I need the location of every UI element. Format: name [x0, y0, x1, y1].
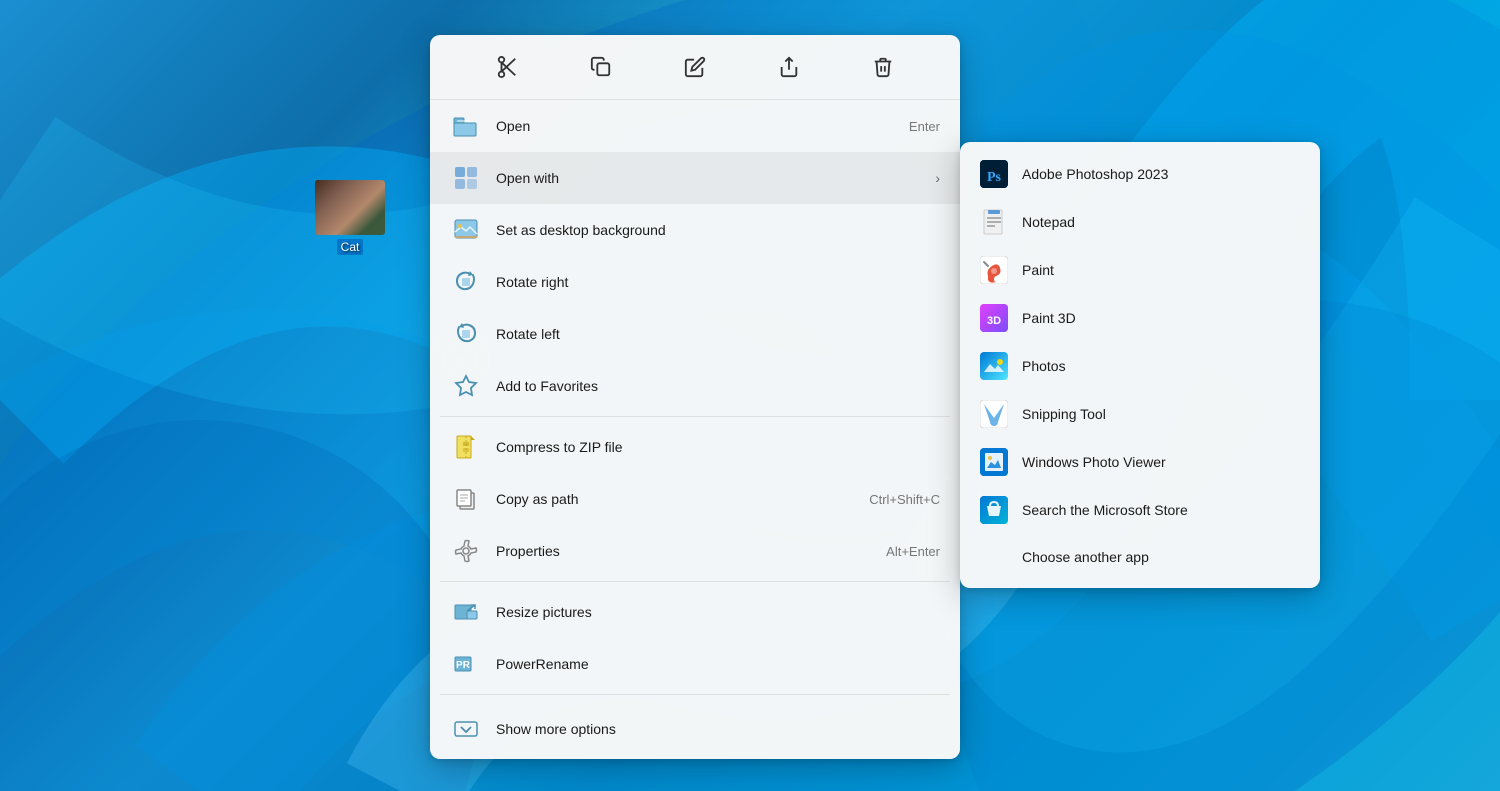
- submenu-item-paint3d[interactable]: 3D Paint 3D: [960, 294, 1320, 342]
- rotate-left-icon: [450, 318, 482, 350]
- submenu-open-with: Ps Adobe Photoshop 2023 Notepad: [960, 142, 1320, 588]
- menu-item-open-with[interactable]: Open with › Ps Adobe Photoshop 2023: [430, 152, 960, 204]
- menu-item-more-options[interactable]: Show more options: [430, 699, 960, 759]
- properties-icon: [450, 535, 482, 567]
- menu-item-compress[interactable]: Compress to ZIP file: [430, 421, 960, 473]
- open-icon: [450, 110, 482, 142]
- submenu-item-snipping[interactable]: Snipping Tool: [960, 390, 1320, 438]
- properties-shortcut: Alt+Enter: [886, 544, 940, 559]
- snipping-label: Snipping Tool: [1022, 406, 1106, 422]
- wpv-label: Windows Photo Viewer: [1022, 454, 1166, 470]
- properties-label: Properties: [496, 543, 866, 559]
- submenu-item-paint[interactable]: Paint: [960, 246, 1320, 294]
- cut-button[interactable]: [489, 49, 525, 85]
- rename-button[interactable]: [677, 49, 713, 85]
- menu-item-properties[interactable]: Properties Alt+Enter: [430, 525, 960, 577]
- choose-app-label: Choose another app: [1022, 549, 1149, 565]
- delete-button[interactable]: [865, 49, 901, 85]
- svg-text:Ps: Ps: [987, 170, 1002, 185]
- menu-icon-bar: [430, 35, 960, 100]
- favorites-label: Add to Favorites: [496, 378, 940, 394]
- file-icon-label: Cat: [337, 239, 364, 255]
- resize-label: Resize pictures: [496, 604, 940, 620]
- photoshop-icon: Ps: [980, 160, 1008, 188]
- copy-path-icon: [450, 483, 482, 515]
- set-bg-icon: [450, 214, 482, 246]
- resize-icon: [450, 596, 482, 628]
- menu-item-rotate-left[interactable]: Rotate left: [430, 308, 960, 360]
- more-options-label: Show more options: [496, 721, 940, 737]
- submenu-item-wpv[interactable]: Windows Photo Viewer: [960, 438, 1320, 486]
- paint-icon: [980, 256, 1008, 284]
- copy-path-label: Copy as path: [496, 491, 849, 507]
- menu-divider-1: [440, 416, 950, 417]
- submenu-item-store[interactable]: Search the Microsoft Store: [960, 486, 1320, 534]
- menu-item-favorites[interactable]: Add to Favorites: [430, 360, 960, 412]
- photos-label: Photos: [1022, 358, 1066, 374]
- menu-item-rotate-right[interactable]: Rotate right: [430, 256, 960, 308]
- wpv-icon: [980, 448, 1008, 476]
- favorites-icon: [450, 370, 482, 402]
- more-options-icon: [450, 713, 482, 745]
- submenu-item-choose-app[interactable]: Choose another app: [960, 534, 1320, 580]
- photos-icon: [980, 352, 1008, 380]
- notepad-icon: [980, 208, 1008, 236]
- open-with-arrow: ›: [935, 170, 940, 186]
- open-with-label: Open with: [496, 170, 925, 186]
- menu-divider-2: [440, 581, 950, 582]
- paint3d-icon: 3D: [980, 304, 1008, 332]
- store-icon: [980, 496, 1008, 524]
- paint-label: Paint: [1022, 262, 1054, 278]
- rotate-right-icon: [450, 266, 482, 298]
- copy-button[interactable]: [583, 49, 619, 85]
- compress-label: Compress to ZIP file: [496, 439, 940, 455]
- context-menu: Open Enter Open with › Ps: [430, 35, 960, 759]
- share-button[interactable]: [771, 49, 807, 85]
- file-thumbnail: [315, 180, 385, 235]
- menu-item-powerrename[interactable]: PR PowerRename: [430, 638, 960, 690]
- submenu-item-photos[interactable]: Photos: [960, 342, 1320, 390]
- menu-divider-3: [440, 694, 950, 695]
- svg-text:3D: 3D: [987, 315, 1001, 327]
- set-bg-label: Set as desktop background: [496, 222, 940, 238]
- powerrename-icon: PR: [450, 648, 482, 680]
- submenu-item-photoshop[interactable]: Ps Adobe Photoshop 2023: [960, 150, 1320, 198]
- menu-item-open[interactable]: Open Enter: [430, 100, 960, 152]
- desktop-file-icon[interactable]: Cat: [310, 180, 390, 255]
- photoshop-label: Adobe Photoshop 2023: [1022, 166, 1168, 182]
- rotate-left-label: Rotate left: [496, 326, 940, 342]
- menu-item-set-bg[interactable]: Set as desktop background: [430, 204, 960, 256]
- powerrename-label: PowerRename: [496, 656, 940, 672]
- svg-text:PR: PR: [456, 660, 471, 671]
- submenu-item-notepad[interactable]: Notepad: [960, 198, 1320, 246]
- snipping-icon: [980, 400, 1008, 428]
- open-shortcut: Enter: [909, 119, 940, 134]
- open-with-icon: [450, 162, 482, 194]
- menu-item-resize[interactable]: Resize pictures: [430, 586, 960, 638]
- menu-item-copy-path[interactable]: Copy as path Ctrl+Shift+C: [430, 473, 960, 525]
- copy-path-shortcut: Ctrl+Shift+C: [869, 492, 940, 507]
- paint3d-label: Paint 3D: [1022, 310, 1076, 326]
- compress-icon: [450, 431, 482, 463]
- rotate-right-label: Rotate right: [496, 274, 940, 290]
- notepad-label: Notepad: [1022, 214, 1075, 230]
- open-label: Open: [496, 118, 889, 134]
- store-label: Search the Microsoft Store: [1022, 502, 1188, 518]
